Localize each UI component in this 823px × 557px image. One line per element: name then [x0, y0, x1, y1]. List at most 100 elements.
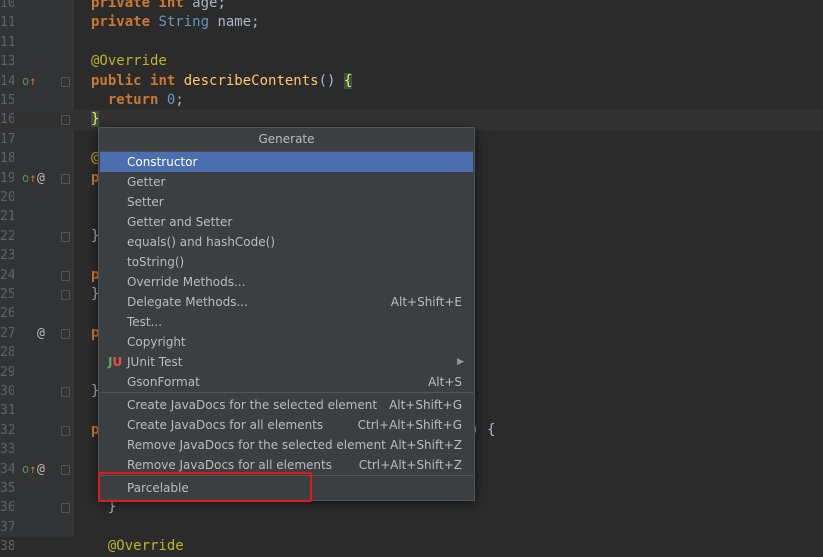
menu-item-label: Getter and Setter: [127, 215, 233, 229]
menu-separator: [100, 392, 473, 393]
fold-marker-icon[interactable]: [61, 425, 70, 436]
code-token: describeContents: [183, 72, 319, 89]
fold-marker-icon[interactable]: [61, 503, 70, 514]
line-number: 33: [0, 442, 14, 458]
at-annotation-icon[interactable]: @: [37, 169, 45, 188]
line-number: 18: [0, 151, 14, 167]
menu-item-shortcut: Alt+Shift+G: [389, 398, 462, 412]
menu-item-constructor[interactable]: Constructor: [100, 152, 473, 172]
line-number: 14: [0, 73, 14, 89]
code-token: private: [91, 0, 159, 11]
code-text: return 0;: [91, 91, 184, 110]
menu-item-label: Copyright: [127, 335, 186, 349]
line-number: 11: [0, 34, 14, 50]
menu-item-label: Delegate Methods...: [127, 295, 248, 309]
menu-item-label: Create JavaDocs for the selected element: [127, 398, 378, 412]
line-number: 26: [0, 306, 14, 322]
at-annotation-icon[interactable]: @: [37, 324, 45, 343]
line-number: 21: [0, 209, 14, 225]
menu-item-setter[interactable]: Setter: [100, 192, 473, 212]
menu-item-copyright[interactable]: Copyright: [100, 332, 473, 352]
fold-marker-icon[interactable]: [61, 76, 70, 87]
code-line[interactable]: 37: [0, 518, 823, 537]
fold-marker-icon[interactable]: [61, 290, 70, 300]
code-token: public: [91, 72, 151, 89]
override-implement-icon[interactable]: o↑: [22, 169, 36, 188]
fold-marker-icon[interactable]: [61, 328, 70, 339]
menu-item-label: Create JavaDocs for all elements: [127, 418, 324, 432]
menu-item-junit-test[interactable]: JU JUnit Test ▶: [100, 352, 473, 372]
line-number: 11: [0, 15, 14, 31]
popup-title: Generate: [99, 128, 474, 152]
fold-marker-icon[interactable]: [61, 173, 70, 184]
parcelable-highlight-box: [98, 472, 312, 502]
line-number: 32: [0, 422, 14, 438]
code-text: @Override: [91, 537, 184, 556]
override-implement-icon[interactable]: o↑: [22, 72, 36, 91]
submenu-arrow-icon: ▶: [457, 357, 464, 367]
line-number: 38: [0, 539, 14, 555]
menu-item-create-javadocs-for-all-elements[interactable]: Create JavaDocs for all elements Ctrl+Alt…: [100, 415, 473, 435]
menu-item-remove-javadocs-for-the-selected-element[interactable]: Remove JavaDocs for the selected element…: [100, 435, 473, 455]
line-number: 17: [0, 131, 14, 147]
fold-marker-icon[interactable]: [61, 270, 70, 281]
menu-item-label: Getter: [127, 175, 166, 189]
code-line[interactable]: 13 @Override: [0, 52, 823, 71]
line-number: 36: [0, 500, 14, 516]
code-token: }: [91, 111, 100, 128]
menu-item-getter-and-setter[interactable]: Getter and Setter: [100, 212, 473, 232]
at-annotation-icon[interactable]: @: [37, 460, 45, 479]
line-number: 20: [0, 190, 14, 205]
line-number: 22: [0, 228, 14, 244]
fold-marker-icon[interactable]: [61, 387, 70, 397]
menu-item-override-methods[interactable]: Override Methods...: [100, 272, 473, 292]
menu-item-equals-and-hashcode[interactable]: equals() and hashCode(): [100, 232, 473, 252]
code-token: return: [107, 92, 167, 108]
line-number: 31: [0, 403, 14, 419]
menu-item-label: Override Methods...: [127, 275, 246, 289]
menu-item-delegate-methods[interactable]: Delegate Methods... Alt+Shift+E: [100, 292, 473, 312]
override-implement-icon[interactable]: o↑: [22, 460, 36, 479]
line-number: 13: [0, 54, 14, 70]
code-line[interactable]: 11 private String name;: [0, 13, 823, 32]
menu-item-label: Constructor: [127, 155, 198, 169]
code-line[interactable]: 14 o↑ public int describeContents() {: [0, 72, 823, 91]
code-text: private String name;: [91, 13, 260, 32]
menu-item-label: Test...: [127, 315, 163, 329]
code-line[interactable]: 15 return 0;: [0, 91, 823, 110]
code-token: {: [343, 72, 353, 89]
code-text: @Override: [91, 52, 167, 71]
code-token: @Override: [107, 538, 184, 555]
line-number: 10: [0, 0, 14, 11]
generate-popup[interactable]: Generate Constructor Getter Setter Getter a…: [98, 127, 475, 501]
line-number: 24: [0, 267, 14, 283]
fold-marker-icon[interactable]: [61, 464, 70, 475]
menu-item-tostring[interactable]: toString(): [100, 252, 473, 272]
menu-item-shortcut: Alt+Shift+E: [390, 295, 462, 309]
line-number: 37: [0, 519, 14, 535]
code-token: age;: [192, 0, 226, 11]
code-token: ;: [175, 92, 184, 108]
code-token: name;: [217, 14, 260, 31]
code-line[interactable]: 10 private int age;: [0, 0, 823, 13]
code-line[interactable]: 11: [0, 33, 823, 52]
menu-item-getter[interactable]: Getter: [100, 172, 473, 192]
junit-icon: JU: [108, 355, 123, 369]
menu-item-test[interactable]: Test...: [100, 312, 473, 332]
fold-marker-icon[interactable]: [61, 231, 70, 242]
menu-item-create-javadocs-for-the-selected-element[interactable]: Create JavaDocs for the selected element…: [100, 395, 473, 415]
line-number: 19: [0, 170, 14, 186]
code-line[interactable]: 38 @Override: [0, 537, 823, 556]
menu-item-gsonformat[interactable]: GsonFormat Alt+S: [100, 372, 473, 392]
code-token: int: [158, 0, 193, 11]
code-token: String: [158, 14, 218, 31]
code-token: private: [91, 14, 159, 31]
code-token: @Override: [91, 53, 167, 70]
line-number: 27: [0, 325, 14, 341]
line-number: 35: [0, 481, 14, 496]
fold-marker-icon[interactable]: [61, 115, 70, 126]
code-text: public int describeContents() {: [91, 72, 353, 91]
code-token: (): [318, 72, 344, 89]
